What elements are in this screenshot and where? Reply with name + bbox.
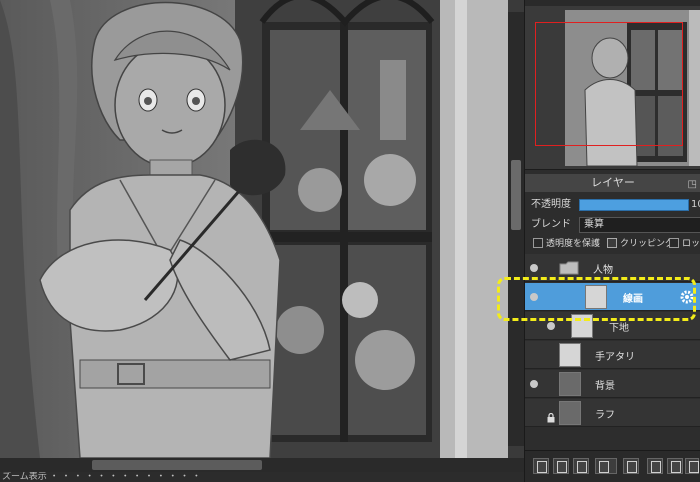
import-layer-button[interactable] — [573, 458, 589, 474]
layer-panel-header: レイヤー ◳ — [525, 174, 700, 192]
protect-alpha-label: 透明度を保護 — [546, 239, 601, 249]
layer-panel-title: レイヤー — [591, 176, 635, 189]
eye-icon[interactable] — [530, 264, 538, 272]
layer-toolbar — [525, 450, 700, 482]
layer-name: 背景 — [595, 381, 615, 392]
clipping-checkbox[interactable] — [607, 238, 617, 248]
right-panel: レイヤー ◳ 不透明度 100 ブレンド 乗算 透明度を保護 クリッピング ロッ… — [524, 0, 700, 482]
layer-item[interactable]: 手アタリ — [525, 341, 700, 369]
opacity-slider[interactable] — [579, 199, 689, 211]
lock-label: ロック — [682, 239, 700, 249]
new-folder-button[interactable] — [623, 458, 639, 474]
blend-row: ブレンド 乗算 — [525, 215, 700, 235]
navigator-panel — [525, 0, 700, 170]
delete-layer-button[interactable] — [685, 458, 699, 474]
new-vector-layer-button[interactable] — [553, 458, 569, 474]
merge-layer-button[interactable] — [667, 458, 683, 474]
horizontal-scroll-thumb[interactable] — [92, 460, 262, 470]
layer-thumbnail — [559, 372, 581, 396]
opacity-row: 不透明度 100 — [525, 195, 700, 215]
status-bar: ズーム表示 ・ ・ ・ ・ ・ ・ ・ ・ ・ ・ ・ ・ ・ — [0, 472, 524, 482]
eye-icon[interactable] — [547, 322, 555, 330]
opacity-label: 不透明度 — [531, 199, 571, 210]
layer-name: 人物 — [593, 265, 613, 276]
new-layer-button[interactable] — [533, 458, 549, 474]
scroll-down-arrow[interactable] — [508, 446, 524, 458]
layer-thumbnail — [559, 401, 581, 425]
navigator-view-frame[interactable] — [535, 22, 683, 146]
layer-name: 手アタリ — [595, 352, 635, 363]
layer-options-row: 透明度を保護 クリッピング ロック — [525, 234, 700, 254]
layer-menu-dropdown-button[interactable] — [595, 458, 617, 474]
clipping-label: クリッピング — [620, 239, 675, 249]
blend-mode-select[interactable]: 乗算 — [579, 217, 700, 233]
lock-icon — [547, 408, 555, 423]
canvas-horizontal-scrollbar[interactable] — [0, 458, 524, 472]
folder-icon — [559, 260, 579, 275]
eye-icon[interactable] — [530, 380, 538, 388]
app-window: ズーム表示 ・ ・ ・ ・ ・ ・ ・ ・ ・ ・ ・ ・ ・ レイヤー ◳ 不… — [0, 0, 700, 482]
lock-checkbox[interactable] — [669, 238, 679, 248]
layer-name: 下地 — [609, 323, 629, 334]
scroll-up-arrow[interactable] — [508, 0, 524, 12]
drawing-canvas[interactable] — [0, 0, 508, 458]
opacity-value: 100 — [691, 199, 700, 210]
layer-item[interactable]: 背景 — [525, 370, 700, 398]
layer-name: ラフ — [595, 410, 615, 421]
layer-thumbnail — [559, 343, 581, 367]
duplicate-layer-button[interactable] — [647, 458, 663, 474]
blend-label: ブレンド — [531, 219, 571, 230]
protect-alpha-checkbox[interactable] — [533, 238, 543, 248]
navigator-topbar — [525, 0, 700, 6]
selected-layer-highlight-annotation — [497, 277, 696, 321]
layer-item[interactable]: ラフ — [525, 399, 700, 427]
panel-expand-icon[interactable]: ◳ — [688, 176, 697, 194]
canvas-artwork — [0, 0, 508, 458]
vertical-scroll-thumb[interactable] — [511, 160, 521, 230]
status-text: ズーム表示 ・ ・ ・ ・ ・ ・ ・ ・ ・ ・ ・ ・ ・ — [2, 472, 201, 482]
canvas-vertical-scrollbar[interactable] — [508, 0, 524, 458]
